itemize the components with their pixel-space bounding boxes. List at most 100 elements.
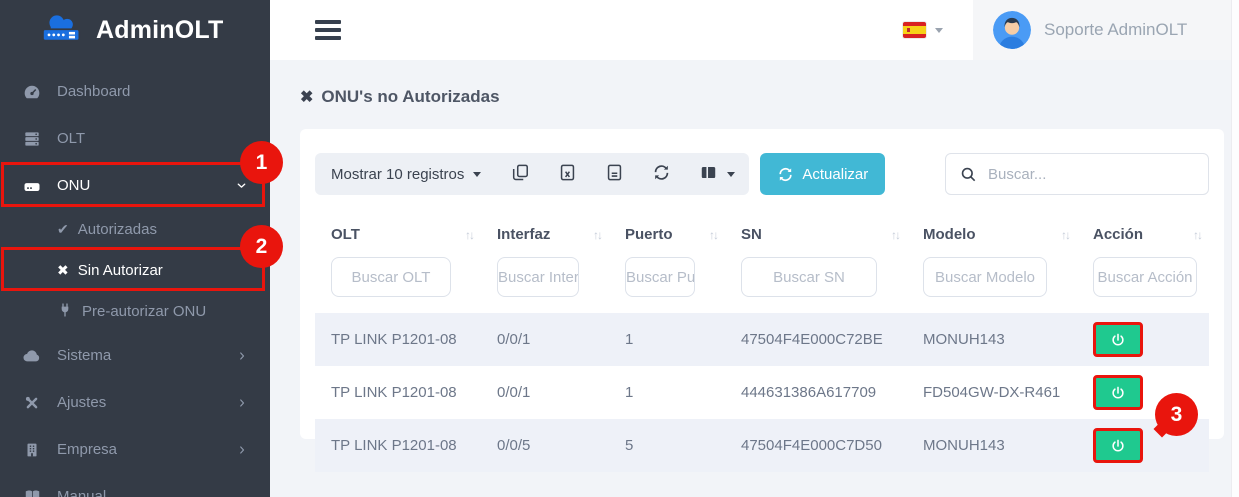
sidebar-item-label: Sistema (57, 347, 111, 364)
sidebar: AdminOLT Dashboard OLT ONU (0, 0, 270, 497)
table-row: TP LINK P1201-08 0/0/1 1 444631386A61770… (315, 366, 1209, 419)
sidebar-item-label: Pre-autorizar ONU (82, 303, 206, 320)
cloud-icon (22, 346, 42, 366)
topbar: Soporte AdminOLT (270, 0, 1239, 60)
chevron-right-icon (236, 444, 248, 456)
tools-icon (22, 393, 42, 413)
power-icon (1110, 332, 1126, 348)
check-icon: ✔ (57, 221, 69, 238)
column-header-olt[interactable]: OLT↑↓ (315, 216, 481, 255)
sort-icon: ↑↓ (1061, 228, 1073, 242)
excel-file-icon (558, 163, 577, 186)
column-header-interfaz[interactable]: Interfaz↑↓ (481, 216, 609, 255)
chevron-right-icon (236, 350, 248, 362)
table-card: Mostrar 10 registros (300, 129, 1224, 439)
sidebar-item-label: OLT (57, 130, 85, 147)
refresh-icon (652, 163, 671, 186)
sidebar-item-olt[interactable]: OLT (0, 115, 270, 162)
column-header-modelo[interactable]: Modelo↑↓ (907, 216, 1077, 255)
table-search (945, 153, 1209, 195)
caret-down-icon (727, 172, 735, 177)
app-logo[interactable]: AdminOLT (0, 0, 270, 60)
page-scrollbar[interactable] (1231, 0, 1239, 497)
sidebar-item-label: ONU (57, 177, 90, 194)
sidebar-item-label: Manual (57, 488, 106, 497)
page-content: ✖ ONU's no Autorizadas Mostrar 10 regist… (270, 60, 1239, 497)
language-selector[interactable] (903, 22, 943, 38)
refresh-icon (777, 166, 794, 183)
file-text-icon (605, 163, 624, 186)
menu-toggle-button[interactable] (315, 20, 341, 40)
actualizar-button[interactable]: Actualizar (760, 153, 885, 195)
copy-icon (511, 163, 530, 186)
sidebar-item-manual[interactable]: Manual (0, 473, 270, 497)
sort-icon: ↑↓ (465, 228, 477, 242)
search-icon (959, 165, 978, 184)
app-title: AdminOLT (96, 16, 224, 45)
column-visibility-dropdown[interactable] (685, 153, 749, 195)
main-area: Soporte AdminOLT ✖ ONU's no Autorizadas … (270, 0, 1239, 497)
sidebar-item-label: Sin Autorizar (78, 262, 163, 279)
column-header-puerto[interactable]: Puerto↑↓ (609, 216, 725, 255)
export-file-button[interactable] (591, 153, 638, 195)
spain-flag-icon (903, 22, 926, 38)
onu-device-icon (22, 176, 42, 196)
user-name: Soporte AdminOLT (1044, 20, 1187, 40)
plug-icon (57, 302, 73, 322)
sidebar-nav: Dashboard OLT ONU ✔ Autorizadas (0, 60, 270, 497)
search-input[interactable] (988, 166, 1195, 183)
sidebar-item-ajustes[interactable]: Ajustes (0, 379, 270, 426)
reload-table-button[interactable] (638, 153, 685, 195)
chevron-down-icon (235, 179, 248, 192)
table-row: TP LINK P1201-08 0/0/1 1 47504F4E000C72B… (315, 313, 1209, 366)
power-icon (1110, 438, 1126, 454)
onu-table: OLT↑↓ Interfaz↑↓ Puerto↑↓ SN↑↓ Modelo↑↓ … (315, 216, 1209, 472)
table-filter-row (315, 255, 1209, 313)
server-stack-icon (22, 129, 42, 149)
authorize-power-button[interactable] (1093, 428, 1143, 463)
filter-interfaz-input[interactable] (497, 257, 579, 297)
sidebar-item-label: Dashboard (57, 83, 130, 100)
column-header-sn[interactable]: SN↑↓ (725, 216, 907, 255)
sidebar-item-sistema[interactable]: Sistema (0, 332, 270, 379)
user-menu[interactable]: Soporte AdminOLT (973, 0, 1239, 60)
table-row: TP LINK P1201-08 0/0/5 5 47504F4E000C7D5… (315, 419, 1209, 472)
adminolt-app: AdminOLT Dashboard OLT ONU (0, 0, 1239, 497)
column-header-accion[interactable]: Acción↑↓ (1077, 216, 1209, 255)
filter-puerto-input[interactable] (625, 257, 695, 297)
authorize-power-button[interactable] (1093, 375, 1143, 410)
caret-down-icon (473, 172, 481, 177)
book-icon (22, 487, 42, 497)
export-excel-button[interactable] (544, 153, 591, 195)
table-toolbar: Mostrar 10 registros (315, 153, 1209, 195)
x-icon: ✖ (300, 87, 313, 107)
columns-icon (699, 163, 718, 186)
table-header-row: OLT↑↓ Interfaz↑↓ Puerto↑↓ SN↑↓ Modelo↑↓ … (315, 216, 1209, 255)
sidebar-item-pre-autorizar-onu[interactable]: Pre-autorizar ONU (0, 291, 270, 332)
chevron-right-icon (236, 397, 248, 409)
sidebar-item-dashboard[interactable]: Dashboard (0, 68, 270, 115)
power-icon (1110, 385, 1126, 401)
sidebar-item-empresa[interactable]: Empresa (0, 426, 270, 473)
filter-olt-input[interactable] (331, 257, 451, 297)
filter-sn-input[interactable] (741, 257, 877, 297)
filter-accion-input[interactable] (1093, 257, 1197, 297)
sidebar-item-autorizadas[interactable]: ✔ Autorizadas (0, 209, 270, 250)
sort-icon: ↑↓ (1193, 228, 1205, 242)
sort-icon: ↑↓ (891, 228, 903, 242)
sidebar-item-sin-autorizar[interactable]: ✖ Sin Autorizar (0, 250, 270, 291)
sidebar-item-label: Autorizadas (78, 221, 157, 238)
gauge-icon (22, 82, 42, 102)
building-icon (22, 440, 42, 460)
page-size-dropdown[interactable]: Mostrar 10 registros (315, 153, 497, 195)
authorize-power-button[interactable] (1093, 322, 1143, 357)
sidebar-item-onu[interactable]: ONU (0, 162, 270, 209)
sort-icon: ↑↓ (593, 228, 605, 242)
sort-icon: ↑↓ (709, 228, 721, 242)
cloud-router-logo-icon (36, 10, 88, 51)
toolbar-button-group: Mostrar 10 registros (315, 153, 749, 195)
x-icon: ✖ (57, 262, 69, 279)
filter-modelo-input[interactable] (923, 257, 1047, 297)
user-avatar (993, 11, 1031, 49)
copy-button[interactable] (497, 153, 544, 195)
